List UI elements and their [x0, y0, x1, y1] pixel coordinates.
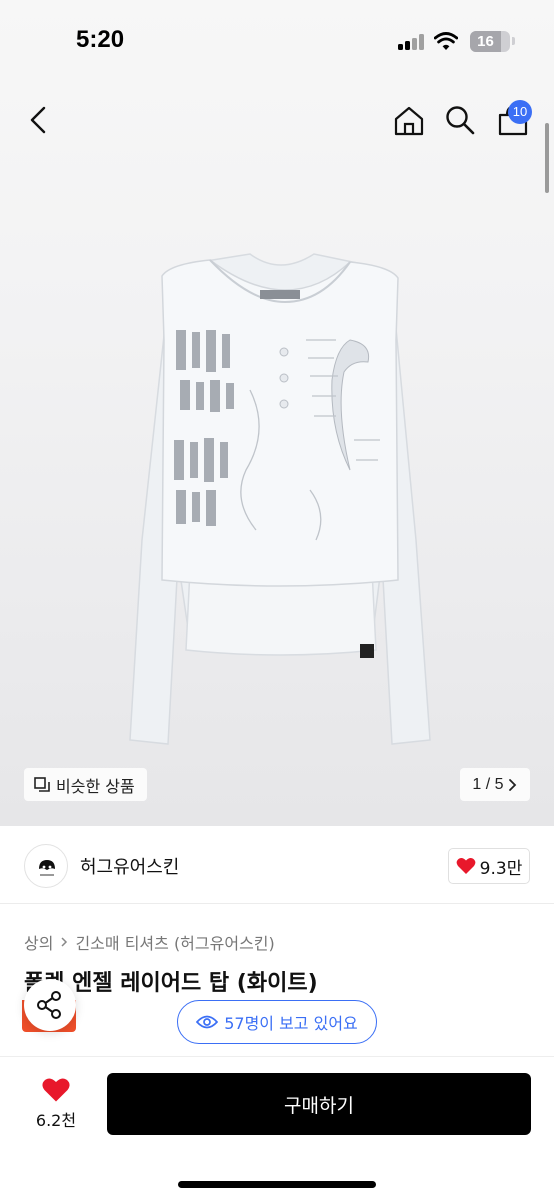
wishlist-count: 6.2천	[35, 1111, 77, 1130]
cart-count-badge: 10	[508, 100, 532, 124]
similar-products-button[interactable]: 비슷한 상품	[24, 768, 147, 801]
product-image-gallery[interactable]: 5:20 16 10 비슷한 상품 1 / 5	[0, 0, 554, 826]
battery-tip	[512, 37, 515, 45]
battery-level: 16	[470, 31, 501, 52]
buy-button[interactable]: 구매하기	[107, 1073, 531, 1135]
search-icon[interactable]	[444, 104, 476, 136]
home-indicator	[178, 1181, 376, 1188]
status-bar: 5:20 16	[0, 0, 554, 84]
share-button[interactable]	[24, 979, 76, 1031]
signal-icon	[398, 34, 426, 50]
brand-logo-icon	[39, 860, 55, 876]
brand-like-button[interactable]: 9.3만	[448, 848, 530, 884]
brand-like-count: 9.3만	[479, 858, 523, 879]
breadcrumb: 상의 긴소매 티셔츠 (허그유어스킨)	[24, 930, 275, 954]
page-indicator: 1 / 5	[472, 775, 504, 793]
similar-products-icon	[34, 776, 50, 792]
viewers-count-pill: 57명이 보고 있어요	[177, 1000, 377, 1044]
home-icon[interactable]	[392, 104, 426, 138]
brand-logo[interactable]	[24, 844, 68, 888]
share-icon	[37, 991, 61, 1019]
wishlist-button[interactable]: 6.2천	[24, 1072, 88, 1136]
chevron-right-icon	[61, 937, 68, 947]
brand-row[interactable]: 허그유어스킨 9.3만	[0, 826, 554, 904]
breadcrumb-item-subcategory[interactable]: 긴소매 티셔츠 (허그유어스킨)	[75, 930, 274, 954]
similar-products-label: 비슷한 상품	[56, 776, 135, 796]
scroll-indicator	[545, 123, 549, 193]
breadcrumb-item-category[interactable]: 상의	[24, 930, 53, 954]
heart-icon	[456, 858, 476, 874]
heart-icon	[42, 1078, 70, 1102]
wifi-icon	[434, 32, 458, 50]
eye-icon	[196, 1015, 219, 1029]
chevron-right-icon	[508, 778, 516, 791]
image-pager[interactable]: 1 / 5	[460, 768, 530, 801]
product-image	[129, 253, 431, 745]
viewers-label: 57명이 보고 있어요	[224, 1014, 358, 1033]
back-arrow-icon[interactable]	[24, 104, 56, 136]
battery-icon: 16	[470, 31, 510, 52]
brand-name[interactable]: 허그유어스킨	[80, 853, 179, 879]
status-time: 5:20	[76, 26, 125, 53]
